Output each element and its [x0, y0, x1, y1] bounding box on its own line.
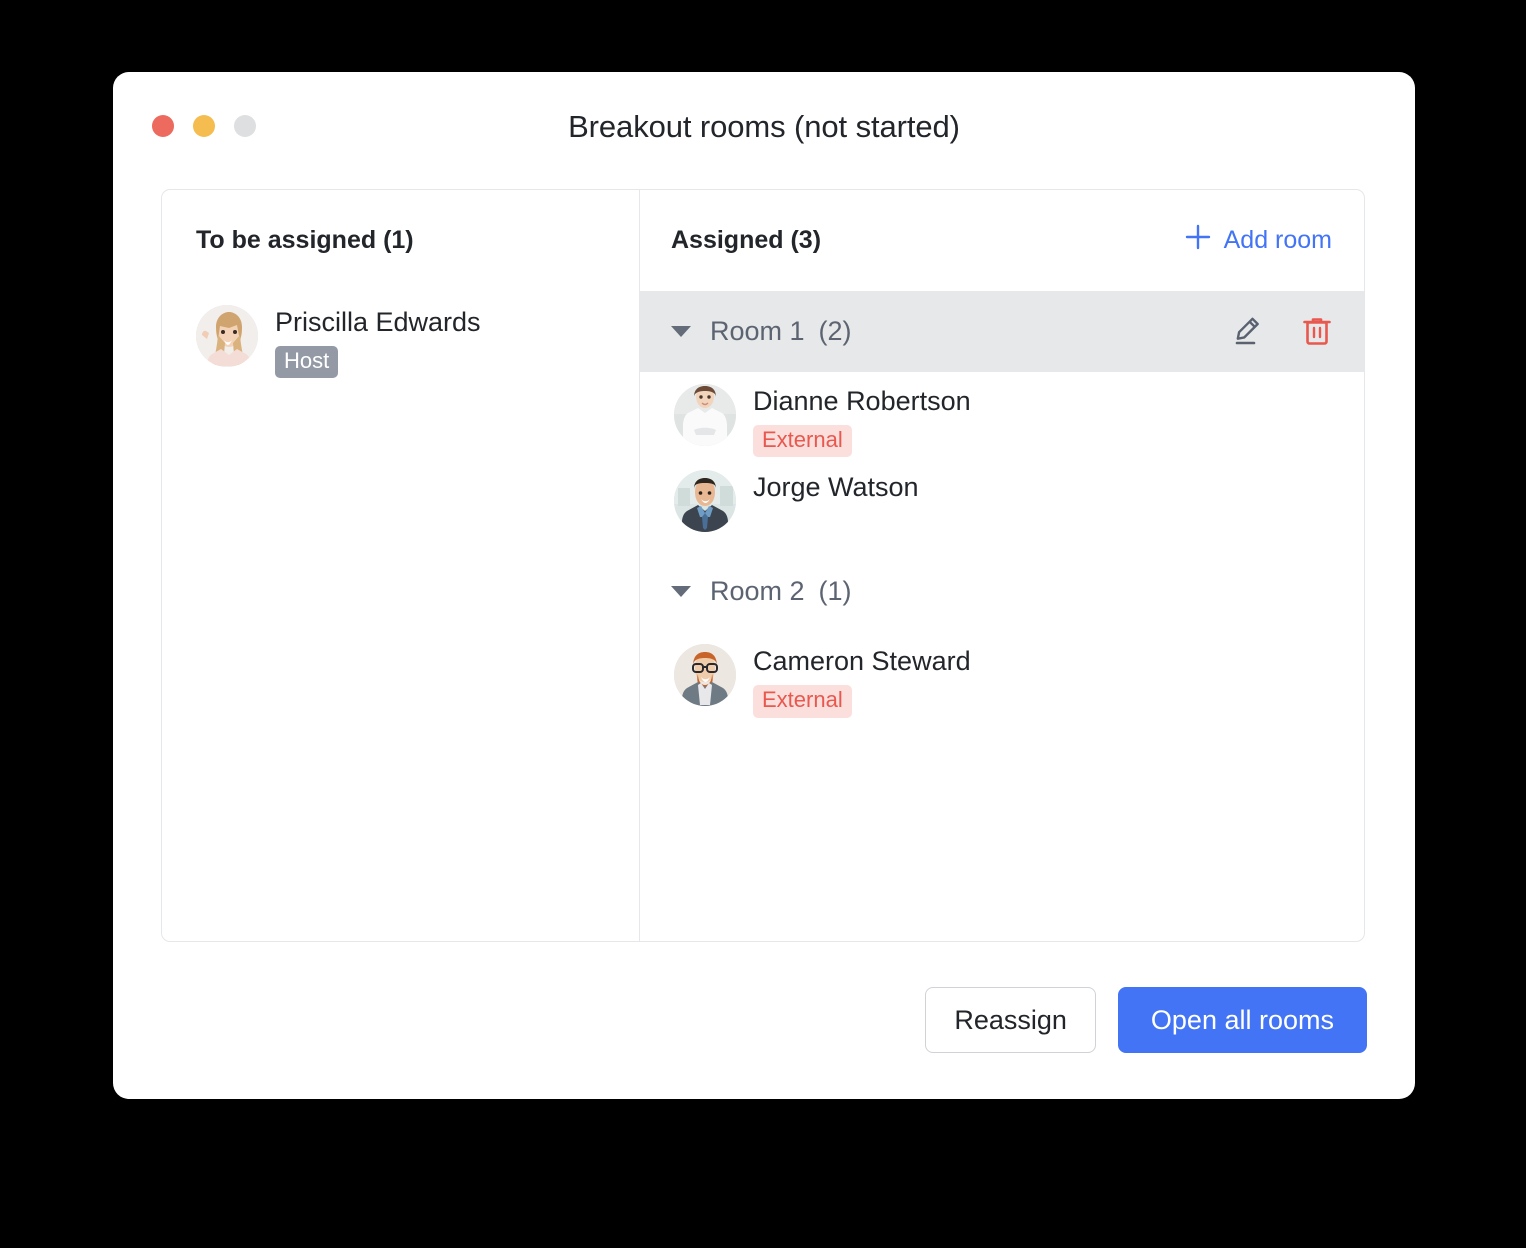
list-item[interactable]: Cameron Steward External	[640, 644, 1364, 718]
assignment-panel: To be assigned (1) Priscilla Edwards Hos…	[161, 189, 1365, 942]
person-info: Dianne Robertson External	[753, 384, 971, 458]
room-members: Cameron Steward External	[640, 632, 1364, 718]
room-block: Room 1 (2) Dianne Robertson External Jor…	[640, 291, 1364, 533]
room-member-count: (1)	[818, 576, 852, 607]
room-actions	[1232, 315, 1332, 349]
plus-icon	[1185, 224, 1211, 257]
edit-room-button[interactable]	[1232, 315, 1263, 349]
room-name: Room 2	[710, 576, 805, 607]
avatar	[674, 470, 736, 533]
to-be-assigned-header: To be assigned (1)	[162, 190, 639, 291]
person-info: Jorge Watson	[753, 470, 919, 504]
assigned-title: Assigned (3)	[671, 226, 822, 254]
person-name: Jorge Watson	[753, 472, 919, 503]
room-members: Dianne Robertson External Jorge Watson	[640, 372, 1364, 533]
status-badge: External	[753, 685, 852, 718]
room-name: Room 1	[710, 316, 805, 346]
trash-icon	[1302, 315, 1332, 349]
open-all-rooms-button[interactable]: Open all rooms	[1117, 987, 1367, 1053]
to-be-assigned-column: To be assigned (1) Priscilla Edwards Hos…	[162, 190, 640, 941]
status-badge: External	[753, 424, 852, 458]
avatar	[196, 305, 258, 367]
pencil-icon	[1232, 315, 1263, 349]
add-room-label: Add room	[1223, 226, 1332, 254]
assigned-header: Assigned (3) Add room	[640, 190, 1364, 291]
to-be-assigned-title: To be assigned (1)	[196, 226, 414, 254]
reassign-button[interactable]: Reassign	[925, 987, 1096, 1053]
list-item[interactable]: Priscilla Edwards Host	[162, 305, 639, 379]
avatar	[674, 384, 736, 446]
assigned-column: Assigned (3) Add room Room 1 (2) Dianne …	[640, 190, 1364, 941]
person-name: Cameron Steward	[753, 646, 971, 677]
chevron-down-icon[interactable]	[671, 586, 691, 598]
room-header-room-1[interactable]: Room 1 (2)	[640, 291, 1364, 372]
add-room-button[interactable]: Add room	[1185, 224, 1332, 257]
person-name: Priscilla Edwards	[275, 307, 481, 337]
delete-room-button[interactable]	[1302, 315, 1332, 349]
person-info: Cameron Steward External	[753, 644, 971, 718]
person-info: Priscilla Edwards Host	[275, 305, 481, 379]
list-item[interactable]: Jorge Watson	[640, 470, 1364, 533]
list-item[interactable]: Dianne Robertson External	[640, 384, 1364, 458]
status-badge: Host	[275, 345, 339, 379]
avatar	[674, 644, 736, 707]
dialog-footer: Reassign Open all rooms	[925, 987, 1367, 1053]
person-name: Dianne Robertson	[753, 386, 971, 416]
window-titlebar: Breakout rooms (not started)	[113, 72, 1415, 185]
room-member-count: (2)	[818, 316, 852, 346]
room-block: Room 2 (1) Cameron Steward External	[640, 551, 1364, 718]
room-header-room-2[interactable]: Room 2 (1)	[640, 551, 1364, 632]
breakout-rooms-window: Breakout rooms (not started) To be assig…	[113, 72, 1415, 1099]
chevron-down-icon[interactable]	[671, 326, 691, 337]
window-title: Breakout rooms (not started)	[568, 109, 960, 144]
